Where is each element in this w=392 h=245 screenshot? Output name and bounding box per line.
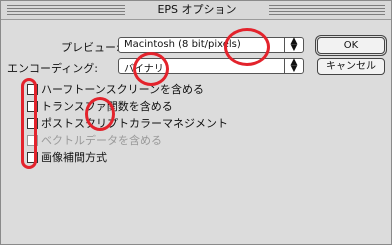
option-transfer-function[interactable]: トランスファ関数を含める	[27, 100, 287, 114]
option-image-interpolation[interactable]: 画像補間方式	[27, 151, 287, 165]
eps-options-dialog: EPS オプション プレビュー: Macintosh (8 bit/pixels…	[0, 0, 392, 245]
option-label: 画像補間方式	[41, 151, 107, 164]
annotation-circle-encoding	[133, 52, 169, 86]
preview-select-divider	[284, 38, 285, 52]
dialog-title: EPS オプション	[129, 3, 265, 17]
title-bar-stripes-left	[7, 5, 125, 15]
up-down-arrows-icon: ▲ ▼	[290, 57, 298, 74]
preview-label: プレビュー:	[61, 41, 120, 54]
encoding-label: エンコーディング:	[7, 62, 98, 75]
option-label: ベクトルデータを含める	[41, 134, 162, 147]
option-label: ポストスクリプトカラーマネジメント	[41, 117, 228, 130]
annotation-circle-preview	[224, 28, 270, 66]
option-postscript-color-management[interactable]: ポストスクリプトカラーマネジメント	[27, 117, 287, 131]
annotation-circle-option	[85, 97, 115, 131]
title-bar-stripes-right	[269, 5, 385, 15]
annotation-pill-checkboxes	[21, 78, 37, 169]
encoding-select-divider	[284, 59, 285, 73]
title-bar[interactable]: EPS オプション	[1, 1, 391, 20]
ok-button[interactable]: OK	[317, 37, 385, 54]
option-halftone-screen[interactable]: ハーフトーンスクリーンを含める	[27, 83, 287, 97]
up-down-arrows-icon: ▲ ▼	[290, 36, 298, 53]
cancel-button[interactable]: キャンセル	[317, 58, 385, 75]
option-include-vector-data: ベクトルデータを含める	[27, 134, 287, 148]
option-label: ハーフトーンスクリーンを含める	[41, 83, 205, 96]
preview-select[interactable]: Macintosh (8 bit/pixels) ▲ ▼	[118, 37, 304, 53]
